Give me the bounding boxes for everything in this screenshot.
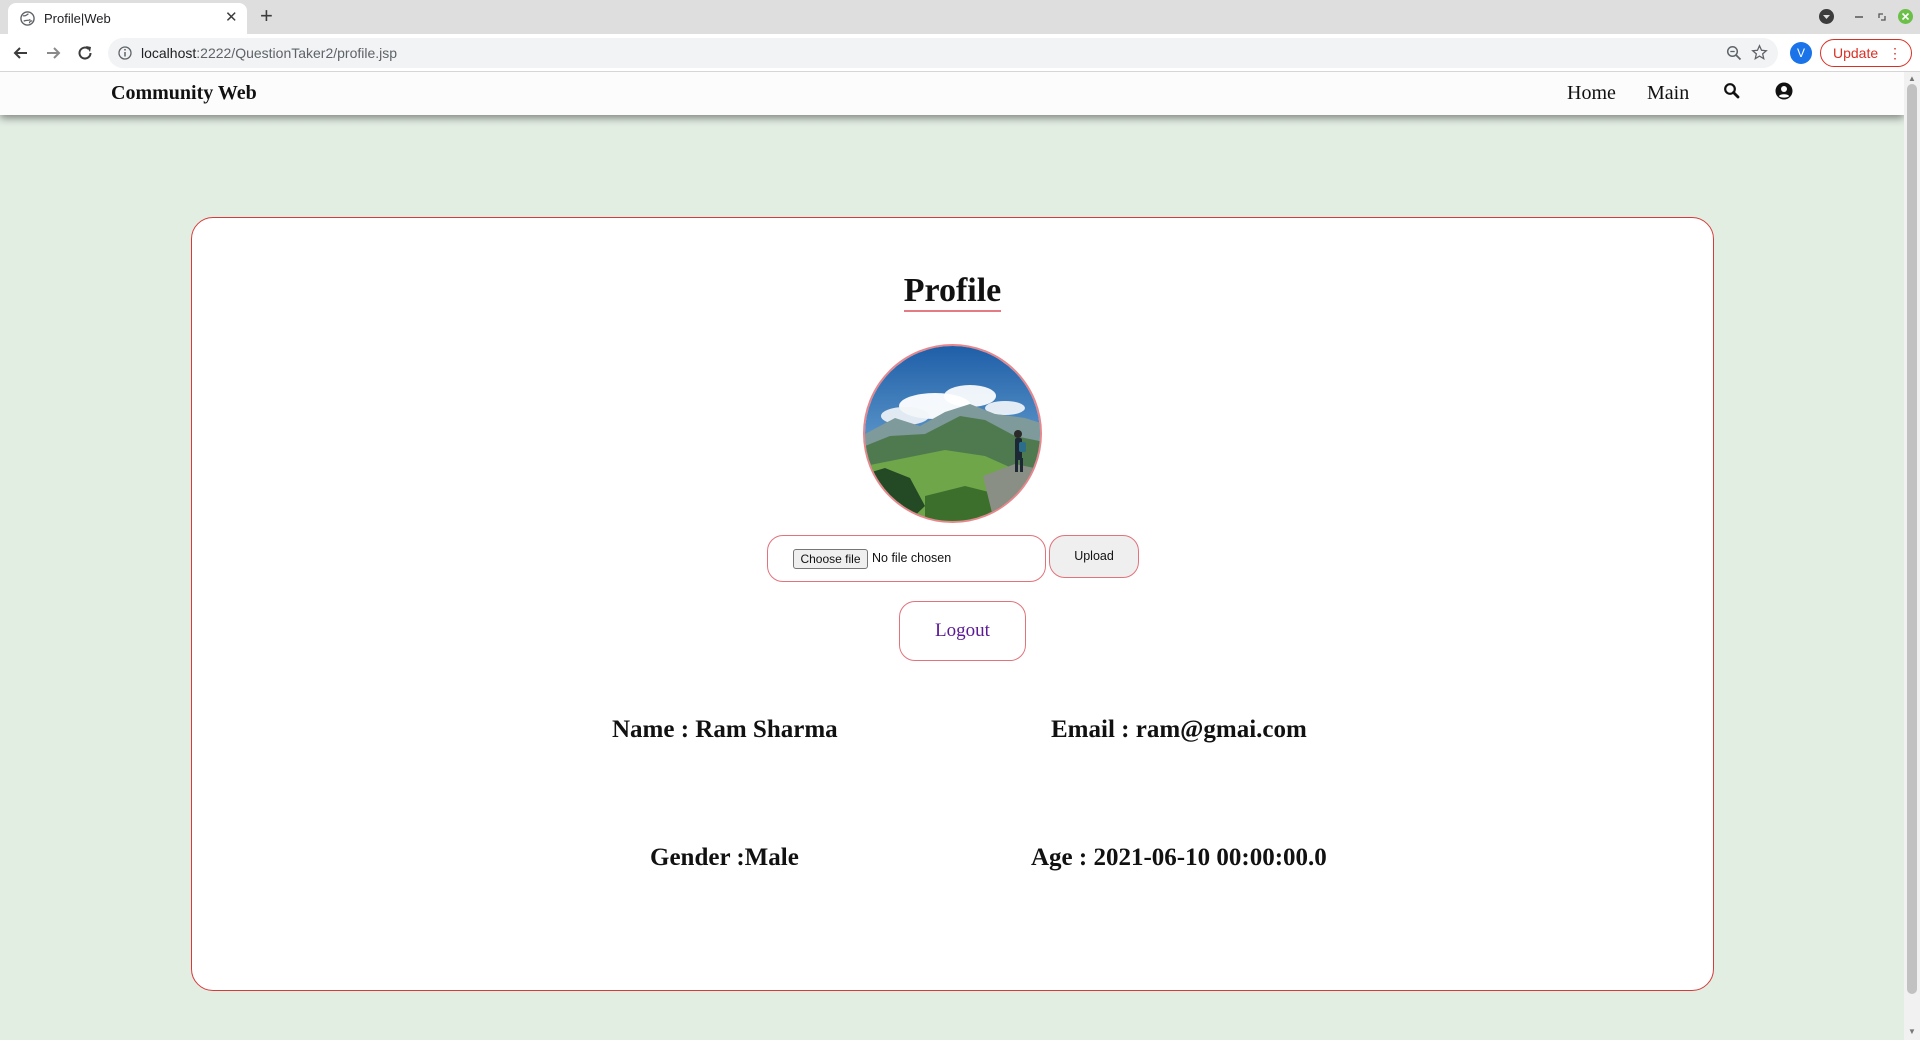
close-window-icon[interactable] [1897,8,1914,25]
url-text: localhost:2222/QuestionTaker2/profile.js… [141,45,397,61]
back-arrow-icon[interactable] [11,43,31,63]
browser-toolbar: localhost:2222/QuestionTaker2/profile.js… [0,34,1920,72]
landscape-photo [865,346,1040,521]
forward-arrow-icon[interactable] [43,43,63,63]
globe-icon [20,11,35,26]
zoom-icon[interactable] [1726,45,1742,61]
page-title: Profile [192,272,1713,312]
tab-search-icon[interactable] [1818,8,1835,25]
profile-gender: Gender :Male [650,844,799,871]
restore-icon[interactable] [1876,8,1888,25]
bookmark-star-icon[interactable] [1751,44,1768,61]
reload-icon[interactable] [75,43,95,63]
tab-title: Profile|Web [44,11,111,26]
file-status: No file chosen [872,551,952,565]
url-host: localhost [141,45,197,61]
upload-button[interactable]: Upload [1049,535,1139,578]
file-input[interactable]: Choose file No file chosen [767,535,1046,582]
close-tab-icon[interactable]: ✕ [225,9,238,27]
profile-email: Email : ram@gmai.com [1051,716,1307,743]
browser-profile-avatar[interactable]: V [1790,42,1812,64]
address-bar[interactable]: localhost:2222/QuestionTaker2/profile.js… [108,38,1778,68]
minimize-icon[interactable] [1853,8,1865,25]
choose-file-button[interactable]: Choose file [793,549,868,569]
new-tab-icon[interactable]: + [260,4,273,28]
page-viewport: Community Web Home Main Profile Choose f… [0,72,1904,1040]
profile-card: Profile Choose file No file chosen Uploa… [191,217,1714,991]
profile-name: Name : Ram Sharma [612,716,838,743]
page-scrollbar[interactable]: ▲ ▼ [1904,72,1920,1040]
info-icon[interactable] [118,46,132,60]
browser-update-button[interactable]: Update ⋮ [1820,39,1912,67]
browser-tab[interactable]: Profile|Web ✕ [8,3,247,34]
scroll-down-arrow-icon[interactable]: ▼ [1908,1027,1916,1036]
page-title-text: Profile [903,272,1002,312]
scrollbar-thumb[interactable] [1907,84,1917,994]
nav-link-main[interactable]: Main [1647,82,1689,105]
user-account-icon[interactable] [1775,82,1793,100]
browser-tabstrip: Profile|Web ✕ + [0,0,1920,34]
site-navbar: Community Web Home Main [0,72,1904,115]
search-icon[interactable] [1723,82,1741,100]
update-label: Update [1833,45,1879,61]
avatar [863,344,1042,523]
more-menu-icon[interactable]: ⋮ [1888,40,1902,66]
scroll-up-arrow-icon[interactable]: ▲ [1908,74,1916,83]
nav-link-home[interactable]: Home [1567,82,1616,105]
profile-age: Age : 2021-06-10 00:00:00.0 [1031,844,1327,871]
logout-button[interactable]: Logout [899,601,1026,661]
url-path: :2222/QuestionTaker2/profile.jsp [196,45,398,61]
site-brand[interactable]: Community Web [111,82,257,105]
